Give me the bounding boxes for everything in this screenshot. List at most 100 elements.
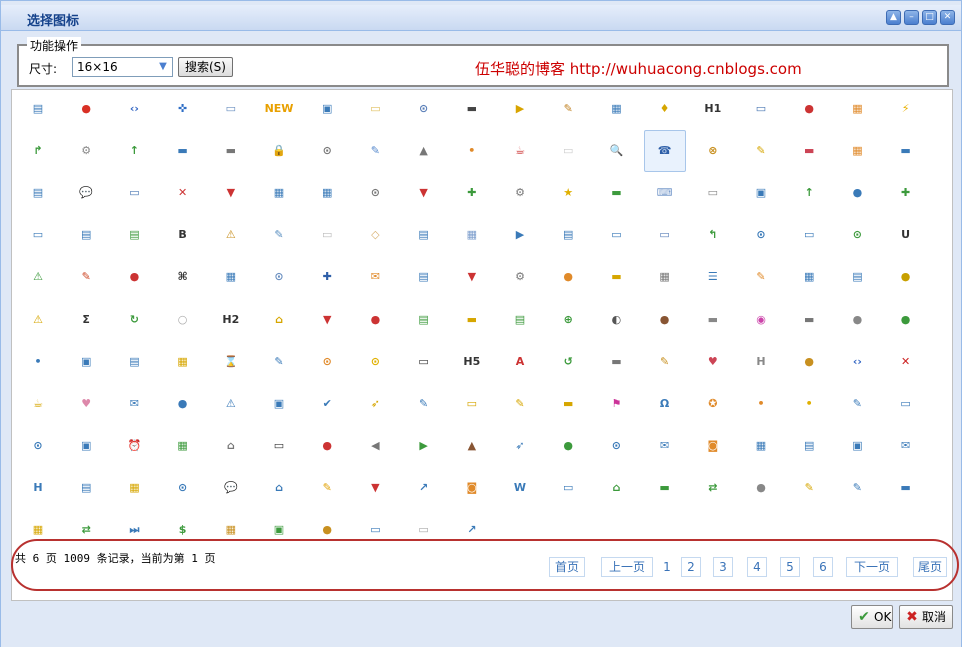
icon-cell[interactable]: ▤: [788, 425, 830, 467]
icon-cell[interactable]: ⚡: [885, 88, 927, 130]
icon-cell[interactable]: ▤: [403, 214, 445, 256]
icon-cell[interactable]: ✕: [885, 341, 927, 383]
icon-cell[interactable]: ▭: [547, 130, 589, 172]
icon-cell[interactable]: ▦: [740, 425, 782, 467]
icon-cell[interactable]: ◇: [354, 214, 396, 256]
chevron-down-icon[interactable]: ▼: [155, 59, 171, 75]
icon-cell[interactable]: ▤: [17, 172, 59, 214]
last-page-link[interactable]: 尾页: [913, 557, 947, 577]
icon-cell[interactable]: ⏰: [113, 425, 155, 467]
icon-cell[interactable]: ⌂: [210, 425, 252, 467]
icon-cell[interactable]: ▤: [65, 214, 107, 256]
icon-cell[interactable]: ♥: [692, 341, 734, 383]
icon-cell[interactable]: ⚠: [17, 256, 59, 298]
icon-cell[interactable]: ●: [162, 383, 204, 425]
collapse-button[interactable]: ▲: [886, 10, 901, 25]
page-link-4[interactable]: 4: [747, 557, 767, 577]
icon-cell[interactable]: ⌂: [595, 467, 637, 509]
icon-cell[interactable]: ▶: [499, 214, 541, 256]
icon-cell[interactable]: ▦: [306, 172, 348, 214]
icon-cell[interactable]: ↑: [788, 172, 830, 214]
icon-cell[interactable]: ▦: [836, 88, 878, 130]
icon-cell[interactable]: ☕: [499, 130, 541, 172]
icon-cell[interactable]: 💬: [210, 467, 252, 509]
icon-cell[interactable]: •: [17, 341, 59, 383]
icon-cell[interactable]: ▣: [258, 383, 300, 425]
icon-cell[interactable]: ▬: [644, 467, 686, 509]
icon-cell[interactable]: ⊙: [354, 172, 396, 214]
cancel-button[interactable]: ✖ 取消: [899, 605, 953, 629]
icon-cell[interactable]: ⌨: [644, 172, 686, 214]
icon-cell[interactable]: ▭: [885, 383, 927, 425]
icon-cell[interactable]: ⊙: [306, 341, 348, 383]
icon-cell[interactable]: ⌂: [258, 299, 300, 341]
icon-cell[interactable]: 🔍: [595, 130, 637, 172]
icon-cell[interactable]: ✕: [162, 172, 204, 214]
icon-cell[interactable]: ✎: [740, 130, 782, 172]
icon-cell[interactable]: ✎: [65, 256, 107, 298]
icon-cell[interactable]: ▣: [740, 172, 782, 214]
icon-cell[interactable]: ✔: [306, 383, 348, 425]
icon-cell[interactable]: 💬: [65, 172, 107, 214]
icon-cell[interactable]: ▭: [595, 214, 637, 256]
icon-cell[interactable]: ▬: [885, 130, 927, 172]
icon-cell[interactable]: ↻: [113, 299, 155, 341]
icon-cell[interactable]: ●: [885, 299, 927, 341]
icon-cell[interactable]: ➶: [499, 425, 541, 467]
icon-cell[interactable]: ●: [788, 88, 830, 130]
icon-cell[interactable]: ⊙: [403, 88, 445, 130]
icon-cell[interactable]: H: [17, 467, 59, 509]
page-link-5[interactable]: 5: [780, 557, 800, 577]
icon-cell[interactable]: ▦: [451, 214, 493, 256]
icon-cell[interactable]: ↱: [17, 130, 59, 172]
icon-cell[interactable]: ✎: [403, 383, 445, 425]
icon-cell[interactable]: ▭: [547, 467, 589, 509]
icon-cell[interactable]: ▦: [210, 256, 252, 298]
title-bar[interactable]: 选择图标 ▲ – □ ✕: [1, 5, 961, 31]
icon-cell[interactable]: ▣: [65, 341, 107, 383]
icon-cell[interactable]: 🔒: [258, 130, 300, 172]
icon-cell[interactable]: ●: [836, 172, 878, 214]
icon-cell[interactable]: ▼: [403, 172, 445, 214]
icon-cell[interactable]: ✚: [451, 172, 493, 214]
icon-cell[interactable]: ●: [113, 256, 155, 298]
icon-cell[interactable]: ▼: [306, 299, 348, 341]
icon-cell[interactable]: ▲: [403, 130, 445, 172]
icon-cell[interactable]: ⚠: [210, 214, 252, 256]
icon-cell[interactable]: ◐: [595, 299, 637, 341]
page-link-2[interactable]: 2: [681, 557, 701, 577]
icon-cell[interactable]: ☕: [17, 383, 59, 425]
icon-cell[interactable]: ▣: [306, 88, 348, 130]
icon-cell[interactable]: ▭: [354, 88, 396, 130]
icon-cell[interactable]: ➶: [354, 383, 396, 425]
icon-cell[interactable]: ✉: [644, 425, 686, 467]
icon-cell[interactable]: ▭: [692, 172, 734, 214]
icon-cell[interactable]: ✚: [306, 256, 348, 298]
icon-cell[interactable]: H: [740, 341, 782, 383]
icon-cell[interactable]: ⚠: [210, 383, 252, 425]
icon-cell[interactable]: ▭: [740, 88, 782, 130]
icon-cell[interactable]: ▭: [258, 425, 300, 467]
icon-cell[interactable]: ▤: [113, 214, 155, 256]
icon-cell[interactable]: ▦: [595, 88, 637, 130]
icon-cell[interactable]: ▬: [595, 172, 637, 214]
icon-cell[interactable]: B: [162, 214, 204, 256]
icon-cell[interactable]: ⌂: [258, 467, 300, 509]
icon-cell[interactable]: ▬: [210, 130, 252, 172]
icon-cell[interactable]: ✪: [692, 383, 734, 425]
icon-cell[interactable]: ▭: [788, 214, 830, 256]
icon-cell[interactable]: •: [788, 383, 830, 425]
icon-cell[interactable]: ✎: [740, 256, 782, 298]
icon-cell[interactable]: ⊙: [162, 467, 204, 509]
icon-cell[interactable]: ↗: [403, 467, 445, 509]
icon-cell[interactable]: ⊙: [740, 214, 782, 256]
icon-cell[interactable]: ♦: [644, 88, 686, 130]
icon-cell[interactable]: ▶: [403, 425, 445, 467]
icon-cell[interactable]: ⌛: [210, 341, 252, 383]
icon-cell[interactable]: A: [499, 341, 541, 383]
icon-cell[interactable]: Σ: [65, 299, 107, 341]
close-button[interactable]: ✕: [940, 10, 955, 25]
icon-cell[interactable]: ⇄: [692, 467, 734, 509]
icon-cell[interactable]: ⊗: [692, 130, 734, 172]
icon-cell[interactable]: ⊙: [306, 130, 348, 172]
